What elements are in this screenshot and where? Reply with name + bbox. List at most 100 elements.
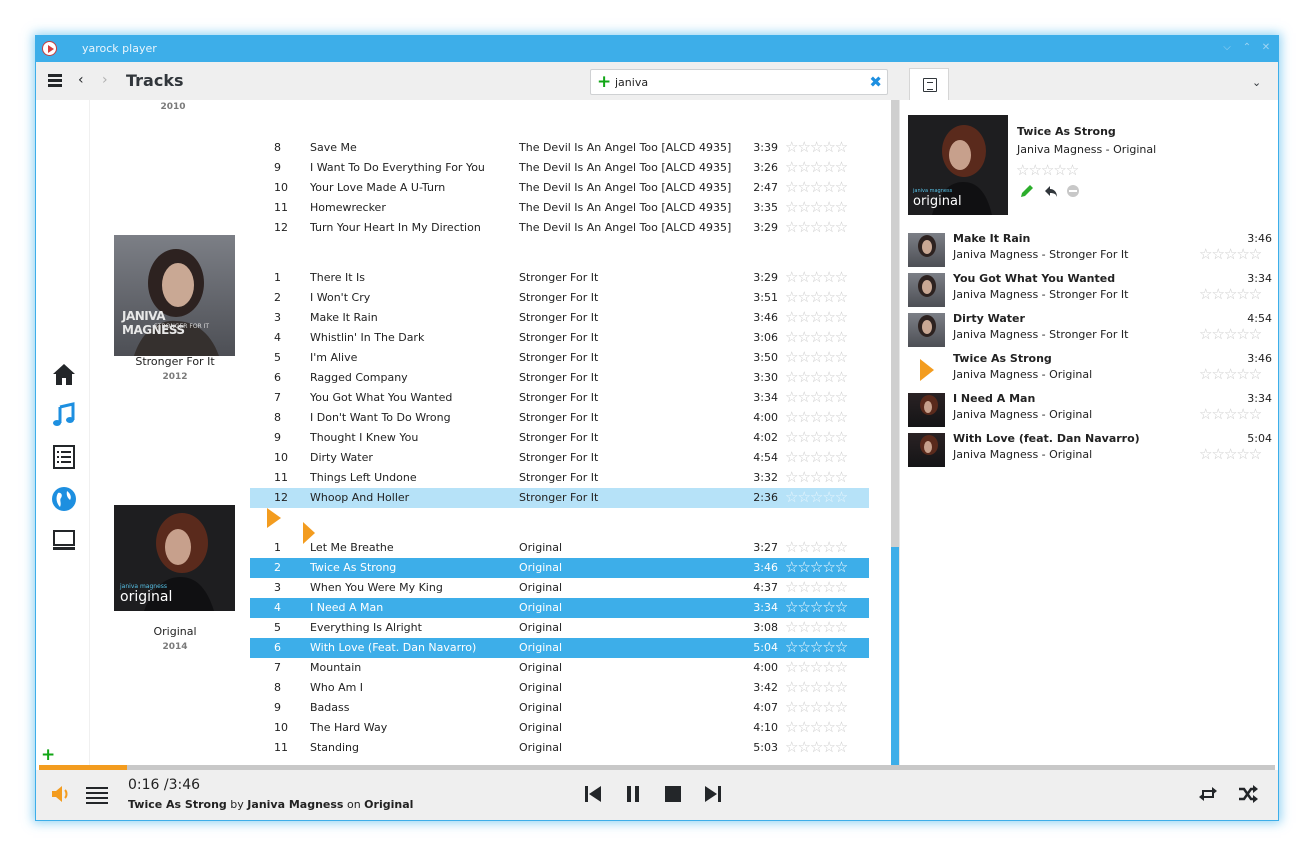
maximize-icon[interactable]: ⌃ — [1239, 40, 1255, 56]
queue-item[interactable]: With Love (feat. Dan Navarro) Janiva Magn… — [908, 430, 1278, 470]
queue-rating[interactable]: ☆☆☆☆☆ — [1199, 445, 1262, 463]
track-rating[interactable]: ☆☆☆☆☆ — [785, 617, 848, 637]
track-row[interactable]: 3 When You Were My King Original 4:37 ☆☆☆☆☆ — [250, 578, 869, 598]
track-rating[interactable]: ☆☆☆☆☆ — [785, 157, 848, 177]
now-playing-rating[interactable]: ☆☆☆☆☆ — [1016, 161, 1079, 179]
menu-icon[interactable] — [48, 74, 62, 87]
track-rating[interactable]: ☆☆☆☆☆ — [785, 697, 848, 717]
track-row[interactable]: 12 Whoop And Holler Stronger For It 2:36 ☆☆☆… — [250, 488, 869, 508]
track-row[interactable]: 10 Dirty Water Stronger For It 4:54 ☆☆☆☆☆ — [250, 448, 869, 468]
previous-icon[interactable] — [582, 783, 604, 805]
track-rating[interactable]: ☆☆☆☆☆ — [785, 217, 848, 237]
track-row[interactable]: 8 I Don't Want To Do Wrong Stronger For It… — [250, 408, 869, 428]
scrollbar-handle[interactable] — [891, 547, 899, 765]
queue-item[interactable]: You Got What You Wanted Janiva Magness - … — [908, 270, 1278, 310]
lastfm-icon[interactable] — [1066, 184, 1080, 201]
playlist-icon[interactable] — [50, 443, 78, 471]
track-rating[interactable]: ☆☆☆☆☆ — [785, 307, 848, 327]
queue-item[interactable]: I Need A Man Janiva Magness - Original 3:3… — [908, 390, 1278, 430]
track-rating[interactable]: ☆☆☆☆☆ — [785, 407, 848, 427]
queue-rating[interactable]: ☆☆☆☆☆ — [1199, 365, 1262, 383]
track-row[interactable]: 2 I Won't Cry Stronger For It 3:51 ☆☆☆☆☆ — [250, 288, 869, 308]
chevron-down-icon[interactable]: ⌄ — [1252, 76, 1261, 89]
track-rating[interactable]: ☆☆☆☆☆ — [785, 287, 848, 307]
scrollbar[interactable] — [891, 100, 899, 765]
track-rating[interactable]: ☆☆☆☆☆ — [785, 677, 848, 697]
track-row[interactable]: 7 Mountain Original 4:00 ☆☆☆☆☆ — [250, 658, 869, 678]
track-rating[interactable]: ☆☆☆☆☆ — [785, 177, 848, 197]
queue-rating[interactable]: ☆☆☆☆☆ — [1199, 405, 1262, 423]
track-rating[interactable]: ☆☆☆☆☆ — [785, 347, 848, 367]
volume-icon[interactable] — [50, 783, 72, 805]
add-filter-icon[interactable]: + — [597, 72, 611, 92]
track-rating[interactable]: ☆☆☆☆☆ — [785, 597, 848, 617]
globe-icon[interactable] — [50, 485, 78, 513]
track-row[interactable]: 8 Save Me The Devil Is An Angel Too [ALCD … — [250, 138, 869, 158]
queue-item[interactable]: Dirty Water Janiva Magness - Stronger For… — [908, 310, 1278, 350]
track-row[interactable]: 4 Whistlin' In The Dark Stronger For It 3:0… — [250, 328, 869, 348]
track-row[interactable]: 5 Everything Is Alright Original 3:08 ☆☆☆☆☆ — [250, 618, 869, 638]
edit-icon[interactable] — [1019, 183, 1035, 202]
track-row[interactable]: 6 With Love (Feat. Dan Navarro) Original 5:… — [250, 638, 869, 658]
track-row[interactable]: 11 Standing Original 5:03 ☆☆☆☆☆ — [250, 738, 869, 758]
track-row[interactable]: 10 Your Love Made A U-Turn The Devil Is An… — [250, 178, 869, 198]
track-rating[interactable]: ☆☆☆☆☆ — [785, 737, 848, 757]
minimize-icon[interactable]: ⌵ — [1219, 40, 1235, 56]
track-row[interactable]: 9 Badass Original 4:07 ☆☆☆☆☆ — [250, 698, 869, 718]
queue-item[interactable]: Make It Rain Janiva Magness - Stronger Fo… — [908, 230, 1278, 270]
track-rating[interactable]: ☆☆☆☆☆ — [785, 427, 848, 447]
track-rating[interactable]: ☆☆☆☆☆ — [785, 577, 848, 597]
next-icon[interactable] — [702, 783, 724, 805]
pause-icon[interactable] — [622, 783, 644, 805]
search-input[interactable] — [615, 74, 855, 90]
music-icon[interactable] — [50, 401, 78, 429]
track-row[interactable]: 3 Make It Rain Stronger For It 3:46 ☆☆☆☆☆ — [250, 308, 869, 328]
track-row[interactable]: 7 You Got What You Wanted Stronger For It 3… — [250, 388, 869, 408]
track-rating[interactable]: ☆☆☆☆☆ — [785, 367, 848, 387]
track-rating[interactable]: ☆☆☆☆☆ — [785, 137, 848, 157]
home-icon[interactable] — [50, 360, 78, 388]
computer-icon[interactable] — [50, 527, 78, 555]
track-rating[interactable]: ☆☆☆☆☆ — [785, 557, 848, 577]
track-row[interactable]: 6 Ragged Company Stronger For It 3:30 ☆☆☆☆☆ — [250, 368, 869, 388]
track-row[interactable]: 8 Who Am I Original 3:42 ☆☆☆☆☆ — [250, 678, 869, 698]
add-icon[interactable]: + — [41, 745, 55, 765]
track-rating[interactable]: ☆☆☆☆☆ — [785, 327, 848, 347]
tab-playqueue[interactable] — [909, 68, 949, 100]
track-row[interactable]: 5 I'm Alive Stronger For It 3:50 ☆☆☆☆☆ — [250, 348, 869, 368]
back-button[interactable]: ‹ — [78, 72, 84, 88]
track-rating[interactable]: ☆☆☆☆☆ — [785, 267, 848, 287]
queue-item[interactable]: Twice As Strong Janiva Magness - Original… — [908, 350, 1278, 390]
forward-button[interactable]: › — [102, 72, 108, 88]
track-row[interactable]: 1 There It Is Stronger For It 3:29 ☆☆☆☆☆ — [250, 268, 869, 288]
repeat-icon[interactable] — [1197, 783, 1219, 805]
track-rating[interactable]: ☆☆☆☆☆ — [785, 197, 848, 217]
queue-rating[interactable]: ☆☆☆☆☆ — [1199, 285, 1262, 303]
track-rating[interactable]: ☆☆☆☆☆ — [785, 387, 848, 407]
queue-rating[interactable]: ☆☆☆☆☆ — [1199, 325, 1262, 343]
track-row[interactable]: 11 Homewrecker The Devil Is An Angel Too [… — [250, 198, 869, 218]
track-row[interactable]: 2 Twice As Strong Original 3:46 ☆☆☆☆☆ — [250, 558, 869, 578]
playlist-toggle-icon[interactable] — [86, 787, 108, 804]
track-rating[interactable]: ☆☆☆☆☆ — [785, 467, 848, 487]
track-rating[interactable]: ☆☆☆☆☆ — [785, 487, 848, 507]
track-row[interactable]: 4 I Need A Man Original 3:34 ☆☆☆☆☆ — [250, 598, 869, 618]
album-cover[interactable]: janiva magness original — [114, 505, 235, 611]
queue-rating[interactable]: ☆☆☆☆☆ — [1199, 245, 1262, 263]
clear-search-icon[interactable]: ✖ — [869, 73, 882, 91]
track-row[interactable]: 12 Turn Your Heart In My Direction The Dev… — [250, 218, 869, 238]
track-rating[interactable]: ☆☆☆☆☆ — [785, 717, 848, 737]
track-rating[interactable]: ☆☆☆☆☆ — [785, 637, 848, 657]
reply-icon[interactable] — [1043, 183, 1059, 202]
track-rating[interactable]: ☆☆☆☆☆ — [785, 447, 848, 467]
stop-icon[interactable] — [662, 783, 684, 805]
track-rating[interactable]: ☆☆☆☆☆ — [785, 657, 848, 677]
close-icon[interactable]: ✕ — [1258, 40, 1274, 56]
track-row[interactable]: 9 Thought I Knew You Stronger For It 4:02 ☆☆… — [250, 428, 869, 448]
album-cover[interactable]: JANIVA MAGNESS STRONGER FOR IT — [114, 235, 235, 356]
shuffle-icon[interactable] — [1237, 783, 1259, 805]
track-rating[interactable]: ☆☆☆☆☆ — [785, 537, 848, 557]
track-row[interactable]: 10 The Hard Way Original 4:10 ☆☆☆☆☆ — [250, 718, 869, 738]
track-row[interactable]: 1 Let Me Breathe Original 3:27 ☆☆☆☆☆ — [250, 538, 869, 558]
track-row[interactable]: 9 I Want To Do Everything For You The Devi… — [250, 158, 869, 178]
